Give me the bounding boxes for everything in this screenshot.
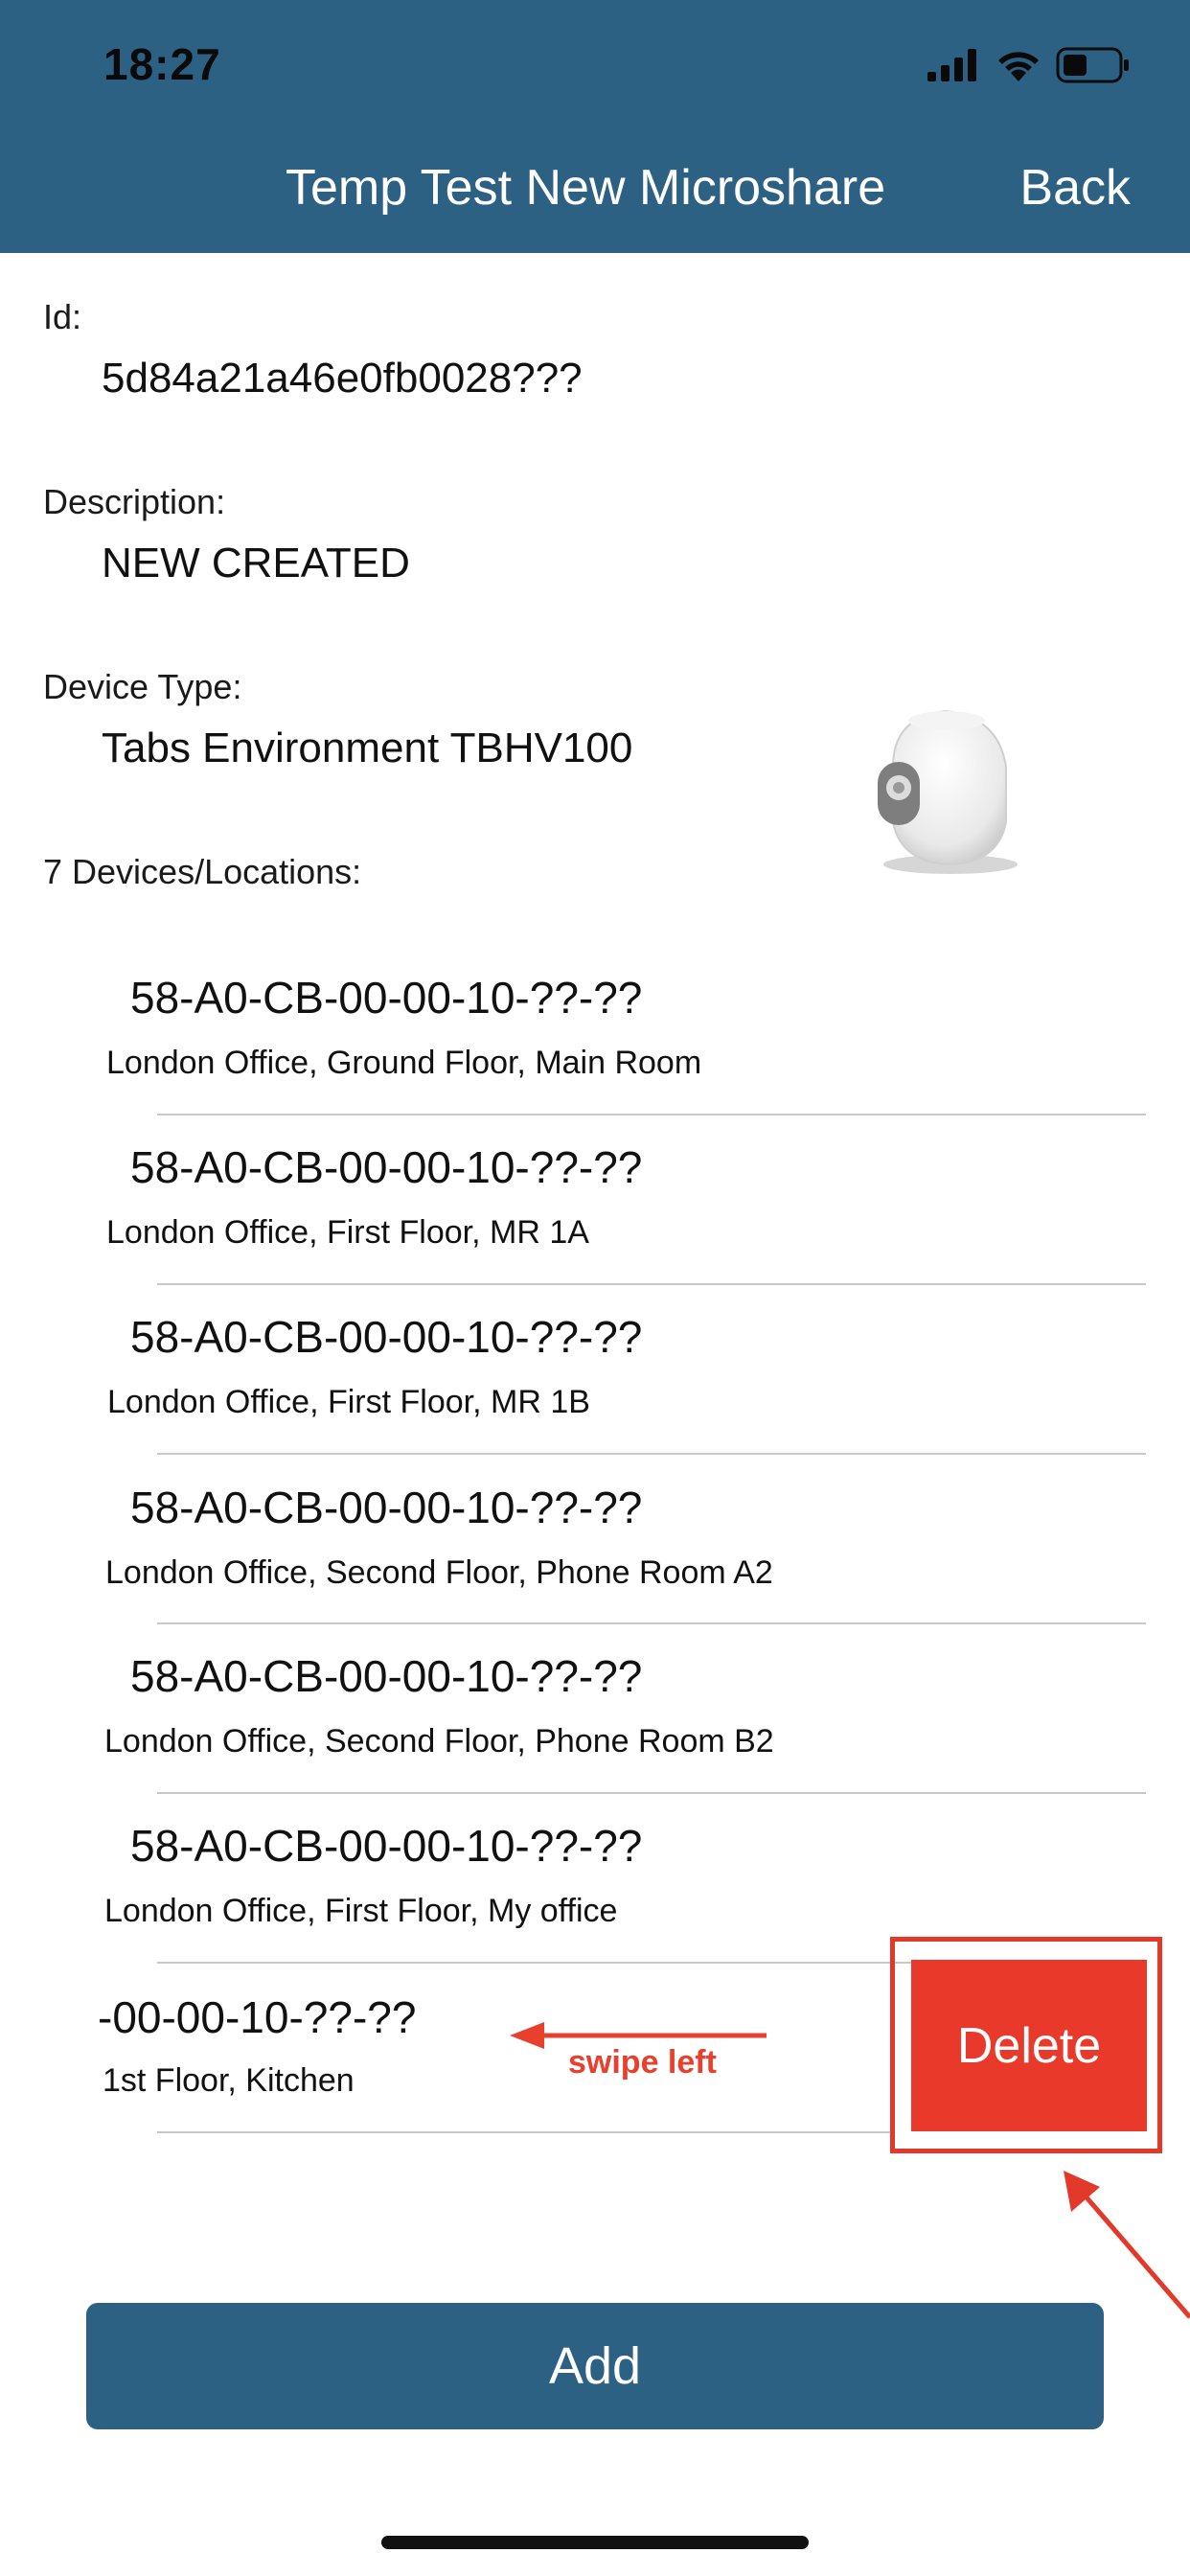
- delete-button[interactable]: Delete: [911, 1960, 1147, 2131]
- home-indicator[interactable]: [381, 2536, 809, 2549]
- description-value: NEW CREATED: [102, 540, 410, 586]
- device-type-label: Device Type:: [43, 667, 242, 706]
- back-button[interactable]: Back: [1019, 159, 1131, 217]
- pointer-arrow-icon: [1064, 2171, 1190, 2319]
- device-image: [878, 709, 1018, 874]
- device-location: London Office, First Floor, My office: [104, 1893, 618, 1929]
- id-label: Id:: [43, 297, 82, 336]
- id-value: 5d84a21a46e0fb0028???: [102, 355, 583, 402]
- row-separator: [157, 1792, 1146, 1794]
- row-separator: [157, 1622, 1146, 1624]
- device-id: 58-A0-CB-00-00-10-??-??: [130, 1821, 643, 1871]
- device-location: London Office, First Floor, MR 1B: [107, 1384, 590, 1420]
- device-location: London Office, First Floor, MR 1A: [106, 1214, 589, 1251]
- add-button[interactable]: Add: [86, 2303, 1104, 2429]
- device-id: -00-00-10-??-??: [98, 1992, 417, 2042]
- device-id: 58-A0-CB-00-00-10-??-??: [130, 1312, 643, 1362]
- row-separator: [157, 1283, 1146, 1285]
- device-row[interactable]: 58-A0-CB-00-00-10-??-?? London Office, S…: [0, 1635, 1190, 1805]
- row-separator: [157, 1453, 1146, 1455]
- row-separator: [157, 2131, 890, 2133]
- description-label: Description:: [43, 482, 226, 521]
- device-location: 1st Floor, Kitchen: [103, 2062, 355, 2099]
- swipe-hint: swipe left: [568, 2044, 717, 2081]
- device-location: London Office, Second Floor, Phone Room …: [104, 1723, 774, 1760]
- battery-icon: [1056, 47, 1129, 83]
- device-id: 58-A0-CB-00-00-10-??-??: [130, 1142, 643, 1192]
- device-row[interactable]: 58-A0-CB-00-00-10-??-?? London Office, S…: [0, 1466, 1190, 1636]
- device-location: London Office, Ground Floor, Main Room: [106, 1045, 702, 1081]
- device-id: 58-A0-CB-00-00-10-??-??: [130, 1483, 643, 1532]
- status-icons: [927, 46, 1131, 84]
- devices-count-label: 7 Devices/Locations:: [43, 852, 362, 891]
- device-id: 58-A0-CB-00-00-10-??-??: [130, 1651, 643, 1701]
- device-row[interactable]: 58-A0-CB-00-00-10-??-?? London Office, F…: [0, 1296, 1190, 1465]
- device-type-value: Tabs Environment TBHV100: [102, 724, 633, 771]
- cellular-signal-icon: [927, 49, 976, 81]
- device-row[interactable]: 58-A0-CB-00-00-10-??-?? London Office, F…: [0, 1126, 1190, 1296]
- device-id: 58-A0-CB-00-00-10-??-??: [130, 973, 643, 1023]
- wifi-icon: [998, 52, 1039, 81]
- page-title: Temp Test New Microshare: [286, 160, 886, 216]
- device-location: London Office, Second Floor, Phone Room …: [105, 1554, 773, 1591]
- navigation-header: 18:27 Temp Test New Microshare Back: [0, 0, 1190, 253]
- row-separator: [157, 1114, 1146, 1116]
- status-time: 18:27: [103, 39, 221, 89]
- device-row[interactable]: 58-A0-CB-00-00-10-??-?? London Office, G…: [0, 956, 1190, 1126]
